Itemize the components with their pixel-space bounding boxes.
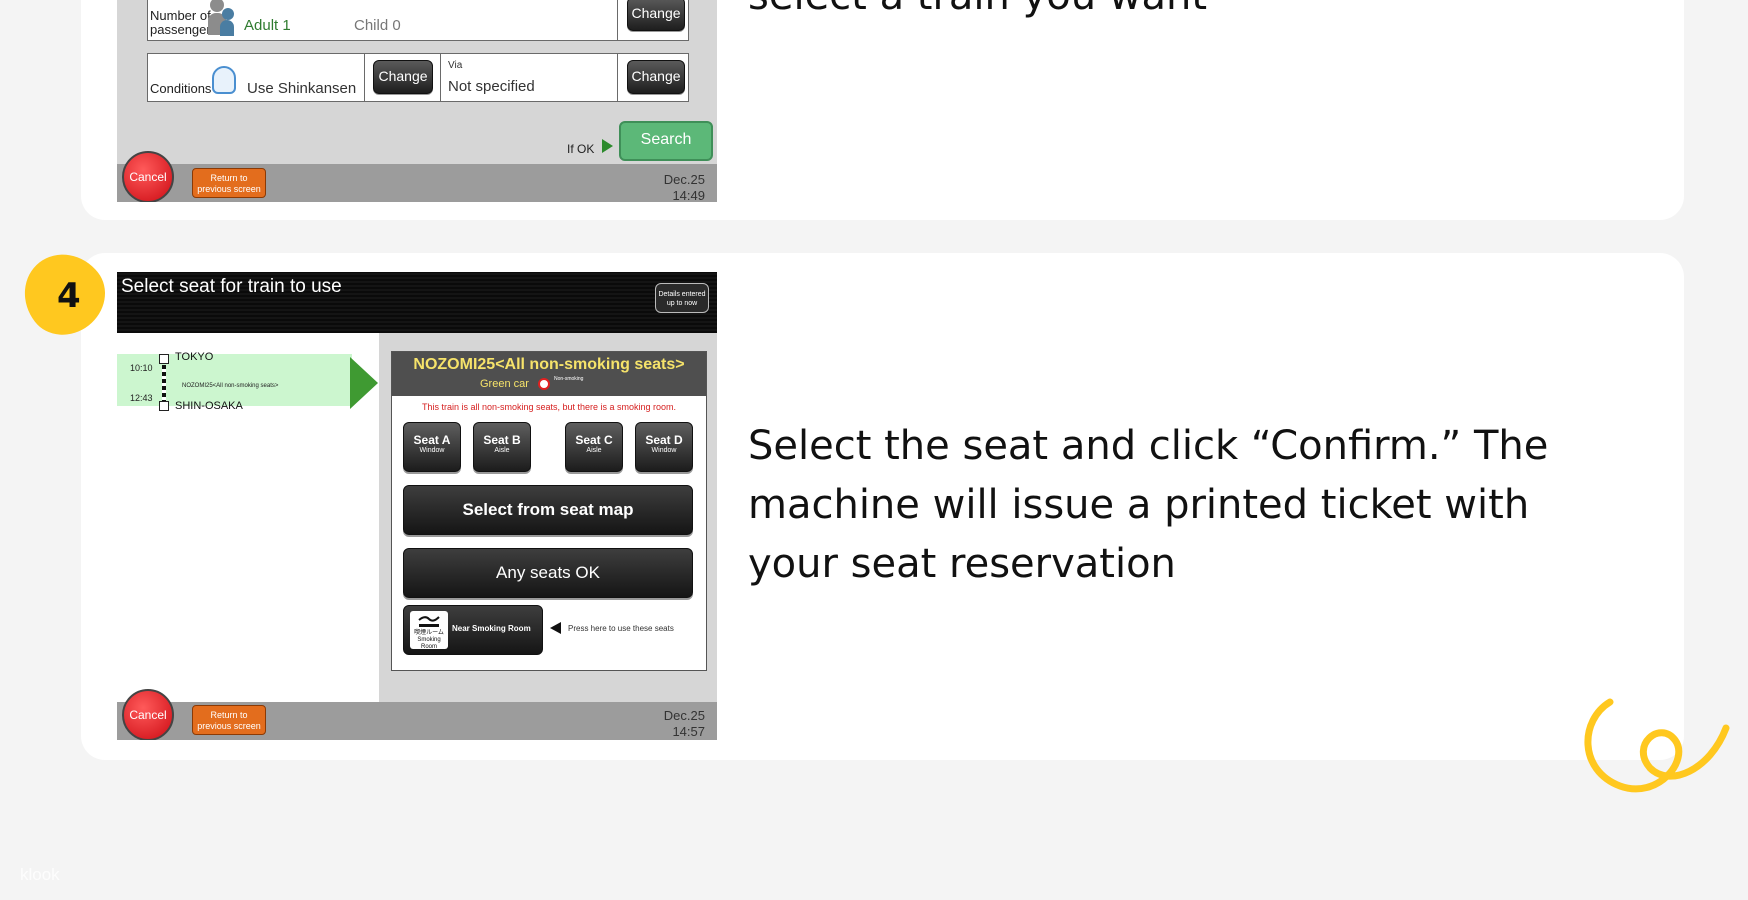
seat-c-button[interactable]: Seat C Aisle — [565, 422, 623, 472]
change-conditions-button[interactable]: Change — [373, 60, 433, 94]
seat-type: Window — [419, 447, 445, 454]
step-4-screenshot: Select seat for train to use Details ent… — [117, 272, 717, 740]
if-ok-label: If OK — [567, 142, 595, 156]
step-3-heading: select a train you want — [748, 0, 1628, 26]
seat-type: Window — [651, 447, 677, 454]
cancel-button[interactable]: Cancel — [122, 689, 174, 740]
seat-name: Seat D — [645, 433, 683, 447]
seat-type: Aisle — [586, 447, 602, 454]
non-smoking-label: Non-smoking — [554, 376, 584, 382]
step-4-heading: Select the seat and click “Confirm.” The… — [748, 423, 1549, 587]
smoking-room-button[interactable]: 喫煙ルーム Smoking Room Near Smoking Room — [403, 605, 543, 655]
smoking-room-label: Near Smoking Room — [452, 624, 531, 633]
car-type: Green car — [480, 378, 529, 390]
conditions-value: Use Shinkansen — [247, 80, 357, 97]
row-divider — [617, 0, 618, 40]
cancel-button[interactable]: Cancel — [122, 151, 174, 202]
step-3-screenshot: Number of passengers Adult 1 Child 0 Cha… — [117, 0, 717, 202]
seat-name: Seat B — [483, 433, 521, 447]
play-arrow-icon — [602, 139, 613, 153]
return-button[interactable]: Return to previous screen — [192, 168, 266, 198]
train-title: NOZOMI25<All non-smoking seats> — [413, 356, 685, 373]
row-divider — [364, 54, 365, 101]
time-label: 14:57 — [672, 724, 705, 739]
change-via-button[interactable]: Change — [627, 60, 685, 94]
seat-name: Seat A — [413, 433, 451, 447]
watermark-logo: klook — [20, 865, 60, 884]
step-number: 4 — [57, 276, 81, 316]
date-label: Dec.25 — [663, 708, 705, 723]
press-here-label: Press here to use these seats — [568, 624, 674, 633]
origin-station-marker — [159, 354, 169, 364]
time-label: 14:49 — [672, 188, 705, 202]
route-track — [162, 365, 166, 403]
train-label: NOZOMI25<All non-smoking seats> — [182, 383, 279, 389]
smoking-room-notice: This train is all non-smoking seats, but… — [421, 402, 677, 412]
passenger-icon — [208, 0, 236, 38]
swirl-decoration-icon — [1584, 698, 1730, 793]
smoking-room-icon-text: 喫煙ルーム Smoking Room — [414, 630, 444, 650]
route-arrow-icon — [350, 357, 378, 409]
seat-type: Aisle — [494, 447, 510, 454]
child-count: Child 0 — [354, 17, 401, 34]
passengers-label: Number of passengers — [150, 8, 218, 37]
via-value: Not specified — [448, 78, 535, 95]
any-seat-button[interactable]: Any seats OK — [403, 548, 693, 598]
seat-selection-panel: NOZOMI25<All non-smoking seats> Green ca… — [391, 351, 707, 671]
shinkansen-icon — [212, 66, 236, 94]
row-divider — [440, 54, 441, 101]
origin-station: TOKYO — [175, 351, 214, 363]
no-smoking-icon — [538, 378, 550, 390]
seat-d-button[interactable]: Seat D Window — [635, 422, 693, 472]
conditions-label: Conditions — [150, 81, 212, 96]
seat-map-button[interactable]: Select from seat map — [403, 485, 693, 535]
via-label: Via — [448, 60, 463, 71]
return-button[interactable]: Return to previous screen — [192, 705, 266, 735]
seat-name: Seat C — [575, 433, 613, 447]
route-panel: TOKYO SHIN-OSAKA 10:10 12:43 NOZOMI25<Al… — [117, 333, 379, 702]
search-button[interactable]: Search — [619, 121, 713, 161]
row-divider — [617, 54, 618, 101]
adult-count: Adult 1 — [244, 17, 291, 34]
smoking-room-icon: 喫煙ルーム Smoking Room — [410, 611, 448, 650]
change-passengers-button[interactable]: Change — [627, 0, 685, 31]
seat-b-button[interactable]: Seat B Aisle — [473, 422, 531, 472]
left-arrow-icon — [550, 622, 561, 634]
dest-station: SHIN-OSAKA — [175, 400, 243, 412]
arrive-time: 12:43 — [130, 393, 153, 403]
screen-title: Select seat for train to use — [121, 276, 342, 297]
seat-a-button[interactable]: Seat A Window — [403, 422, 461, 472]
conditions-row: Conditions Use Shinkansen Change Via Not… — [147, 53, 689, 102]
screen-title-bar: Select seat for train to use Details ent… — [117, 272, 717, 333]
train-header: NOZOMI25<All non-smoking seats> Green ca… — [392, 352, 706, 396]
depart-time: 10:10 — [130, 363, 153, 373]
dest-station-marker — [159, 401, 169, 411]
details-button[interactable]: Details entered up to now — [655, 283, 709, 313]
passengers-row: Number of passengers Adult 1 Child 0 Cha… — [147, 0, 689, 41]
date-label: Dec.25 — [663, 172, 705, 187]
